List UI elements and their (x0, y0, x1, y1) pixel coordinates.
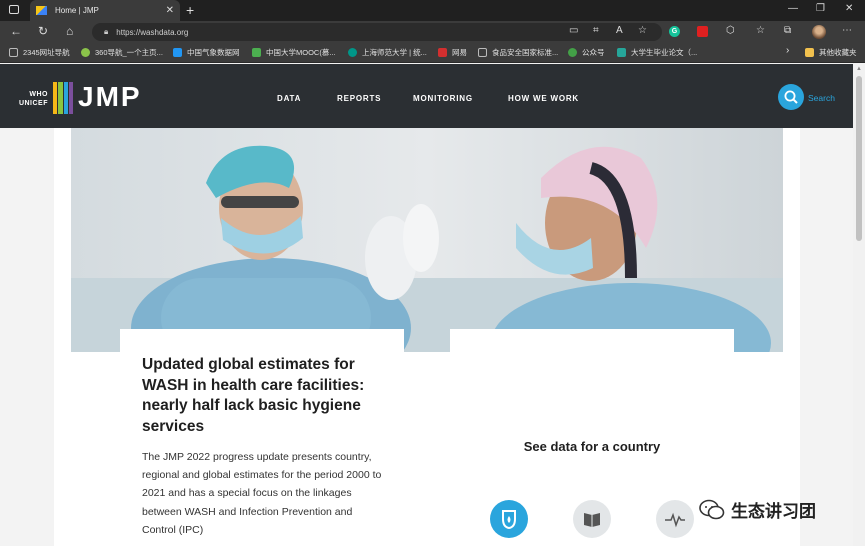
read-aloud-icon[interactable]: A (616, 25, 623, 36)
profile-avatar[interactable] (812, 25, 826, 39)
feature-card[interactable]: Updated global estimates for WASH in hea… (120, 329, 404, 546)
bookmark-netease-icon (438, 48, 447, 57)
hero-image (71, 128, 783, 352)
tab-title: Home | JMP (55, 6, 99, 15)
browser-tab-bar: Home | JMP ✕ + — ❐ ✕ (0, 0, 865, 21)
new-tab-button[interactable]: + (186, 2, 194, 18)
bookmark-weather-icon (173, 48, 182, 57)
back-icon[interactable]: ← (10, 24, 22, 38)
site-header: WHO UNICEF JMP DATA REPORTS MONITORING H… (0, 64, 853, 128)
feature-title[interactable]: Updated global estimates for WASH in hea… (142, 355, 382, 437)
tab-actions-icon[interactable] (9, 5, 19, 14)
bookmark-item[interactable]: 网易 (438, 47, 467, 58)
folder-icon (805, 48, 814, 57)
health-workers-illustration (71, 128, 783, 352)
home-icon[interactable]: ⌂ (66, 24, 73, 38)
nav-reports[interactable]: REPORTS (337, 94, 381, 103)
bookmark-mooc-icon (252, 48, 261, 57)
favorite-icon[interactable]: ☆ (638, 25, 647, 36)
jmp-logo-bars-icon[interactable] (53, 82, 73, 114)
page-scrollbar[interactable]: ▲ (853, 64, 865, 546)
search-button[interactable] (778, 84, 804, 110)
bookmarks-overflow-icon[interactable]: › (786, 45, 789, 56)
bookmark-thesis-icon (617, 48, 626, 57)
lock-icon: 🔒︎ (104, 27, 109, 36)
url-text: https://washdata.org (116, 27, 189, 37)
bookmarks-bar: 2345网址导航 360导航_一个主页... 中国气象数据网 中国大学MOOC(… (0, 43, 865, 63)
close-window-icon[interactable]: ✕ (845, 3, 853, 14)
qr-code-icon[interactable]: ⌗ (593, 25, 599, 36)
close-tab-icon[interactable]: ✕ (166, 5, 174, 16)
jmp-logo[interactable]: JMP (78, 81, 142, 113)
bookmark-item[interactable]: 2345网址导航 (9, 47, 70, 58)
scroll-up-icon[interactable]: ▲ (856, 66, 862, 72)
water-drop-icon[interactable] (490, 500, 528, 538)
search-label[interactable]: Search (808, 93, 835, 103)
bookmark-item[interactable]: 中国大学MOOC(慕... (252, 47, 336, 58)
watermark-text: 生态讲习团 (731, 502, 816, 521)
country-data-card: See data for a country (450, 329, 734, 546)
bookmark-item[interactable]: 中国气象数据网 (173, 47, 240, 58)
bookmark-university-icon (348, 48, 357, 57)
book-icon[interactable] (573, 500, 611, 538)
extensions-icon[interactable]: ⬡ (726, 25, 735, 36)
see-data-heading: See data for a country (523, 439, 661, 454)
nav-data[interactable]: DATA (277, 94, 301, 103)
feature-description: The JMP 2022 progress update presents co… (142, 451, 382, 536)
bookmark-page-icon (9, 48, 18, 57)
wechat-watermark: 生态讲习团 (699, 497, 816, 522)
nav-monitoring[interactable]: MONITORING (413, 94, 473, 103)
bookmark-item[interactable]: 360导航_一个主页... (81, 47, 163, 58)
bookmark-page-icon (478, 48, 487, 57)
reader-view-icon[interactable]: ▭ (569, 25, 578, 36)
bookmark-360-icon (81, 48, 90, 57)
favorites-list-icon[interactable]: ☆ (756, 25, 765, 36)
grammarly-extension-icon[interactable]: G (669, 26, 680, 37)
pulse-icon[interactable] (656, 500, 694, 538)
bookmark-item[interactable]: 公众号 (568, 47, 605, 58)
minimize-icon[interactable]: — (788, 3, 798, 14)
bookmark-wechat-icon (568, 48, 577, 57)
bookmark-item[interactable]: 食品安全国家标准... (478, 47, 558, 58)
address-toolbar: ← ↻ ⌂ 🔒︎ https://washdata.org ▭ ⌗ A ☆ G … (0, 21, 865, 43)
jmp-favicon-icon (36, 6, 47, 15)
scroll-thumb[interactable] (856, 76, 862, 241)
restore-icon[interactable]: ❐ (816, 3, 825, 14)
more-menu-icon[interactable]: ⋯ (842, 25, 852, 36)
browser-tab[interactable]: Home | JMP ✕ (30, 0, 180, 21)
bookmark-item[interactable]: 上海师范大学 | 统... (348, 47, 427, 58)
collections-icon[interactable]: ⧉ (784, 25, 791, 36)
wechat-icon (699, 499, 725, 519)
refresh-icon[interactable]: ↻ (38, 24, 48, 38)
search-icon (784, 90, 798, 104)
other-bookmarks[interactable]: 其他收藏夹 (805, 47, 857, 58)
bookmark-item[interactable]: 大学生毕业论文（... (617, 47, 697, 58)
logo-partners: WHO UNICEF (18, 91, 48, 107)
red-extension-icon[interactable] (697, 26, 708, 37)
nav-how-we-work[interactable]: HOW WE WORK (508, 94, 579, 103)
